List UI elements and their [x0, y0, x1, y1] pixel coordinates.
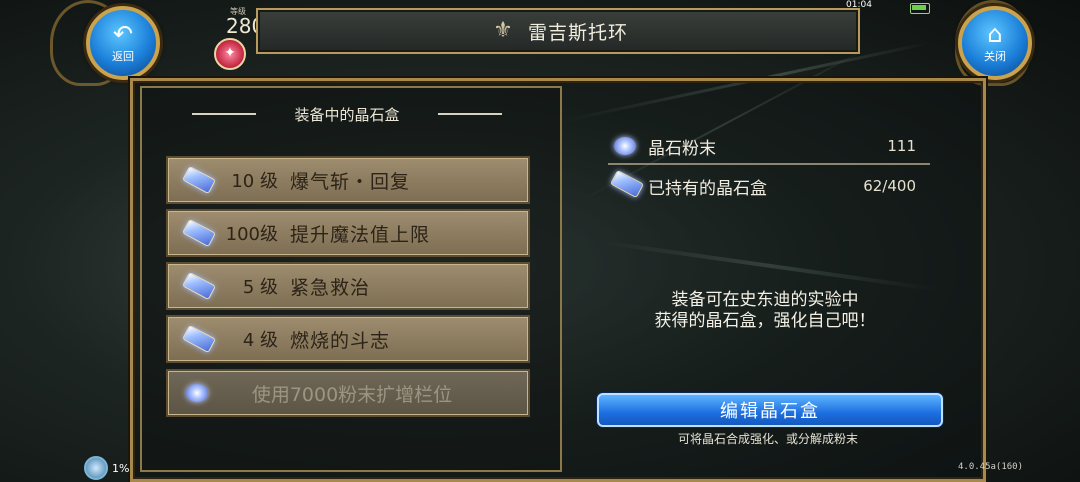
title-divider-right: [438, 113, 502, 115]
crystal-slot[interactable]: 4 级 燃烧的斗志: [166, 315, 530, 363]
back-label: 返回: [112, 50, 134, 63]
network-icon: [84, 456, 108, 480]
crystal-powder-icon: [180, 382, 216, 404]
slot-skill: 提升魔法值上限: [290, 223, 431, 246]
version-label: 4.0.45a(160): [958, 462, 1024, 472]
description-line: 装备可在史东迪的实验中: [671, 290, 859, 310]
crystal-box-icon: [180, 165, 216, 195]
title-bar: ⚜ 雷吉斯托环: [256, 8, 860, 54]
resource-value: 62/400: [863, 177, 916, 195]
edit-crystal-box-button[interactable]: 编辑晶石盒: [597, 393, 943, 427]
page-title: 雷吉斯托环: [527, 21, 628, 44]
network-status: 1%: [84, 456, 129, 480]
expand-slot-label: 使用7000粉末扩增栏位: [251, 383, 453, 406]
crystal-slot[interactable]: 5 级 紧急救治: [166, 262, 530, 310]
section-title: 装备中的晶石盒: [192, 104, 502, 125]
title-divider-left: [192, 113, 256, 115]
section-title-text: 装备中的晶石盒: [294, 106, 400, 124]
edit-hint: 可将晶石合成强化、或分解成粉末: [677, 432, 858, 446]
slot-level: 100级: [225, 224, 278, 245]
resource-value: 111: [887, 137, 916, 155]
edit-button-label: 编辑晶石盒: [720, 401, 820, 422]
gift-icon[interactable]: ✦: [214, 38, 246, 70]
slot-skill: 爆气斩・回复: [290, 170, 411, 193]
crystal-box-icon: [608, 169, 644, 199]
resource-label: 晶石粉末: [648, 138, 716, 159]
slot-skill: 燃烧的斗志: [290, 329, 391, 352]
ring-icon: ⚜: [493, 18, 513, 43]
crystal-slot[interactable]: 10 级 爆气斩・回复: [166, 156, 530, 204]
description: 装备可在史东迪的实验中 获得的晶石盒，强化自己吧！: [600, 290, 930, 332]
clock: 01:04: [846, 0, 872, 10]
slot-level: 10 级: [231, 171, 278, 192]
resource-row: 晶石粉末 111: [608, 130, 928, 162]
crystal-powder-icon: [608, 133, 642, 159]
network-percent: 1%: [112, 461, 130, 475]
slot-level: 4 级: [242, 330, 278, 351]
resource-label: 已持有的晶石盒: [648, 178, 767, 199]
resource-divider: [608, 163, 930, 165]
resource-row: 已持有的晶石盒 62/400: [608, 169, 928, 202]
crystal-slot[interactable]: 100级 提升魔法值上限: [166, 209, 530, 257]
crystal-box-icon: [180, 218, 216, 248]
crystal-box-icon: [180, 324, 216, 354]
crystal-box-icon: [180, 271, 216, 301]
back-button[interactable]: ↶ 返回: [86, 6, 160, 80]
description-line: 获得的晶石盒，强化自己吧！: [654, 311, 876, 331]
close-label: 关闭: [984, 50, 1006, 63]
home-icon: ⌂: [987, 20, 1003, 48]
slot-skill: 紧急救治: [290, 276, 371, 299]
close-button[interactable]: ⌂ 关闭: [958, 6, 1032, 80]
expand-slot-button[interactable]: 使用7000粉末扩增栏位: [166, 369, 530, 417]
slot-level: 5 级: [242, 277, 278, 298]
back-arrow-icon: ↶: [112, 20, 134, 48]
battery-icon: [910, 3, 930, 14]
